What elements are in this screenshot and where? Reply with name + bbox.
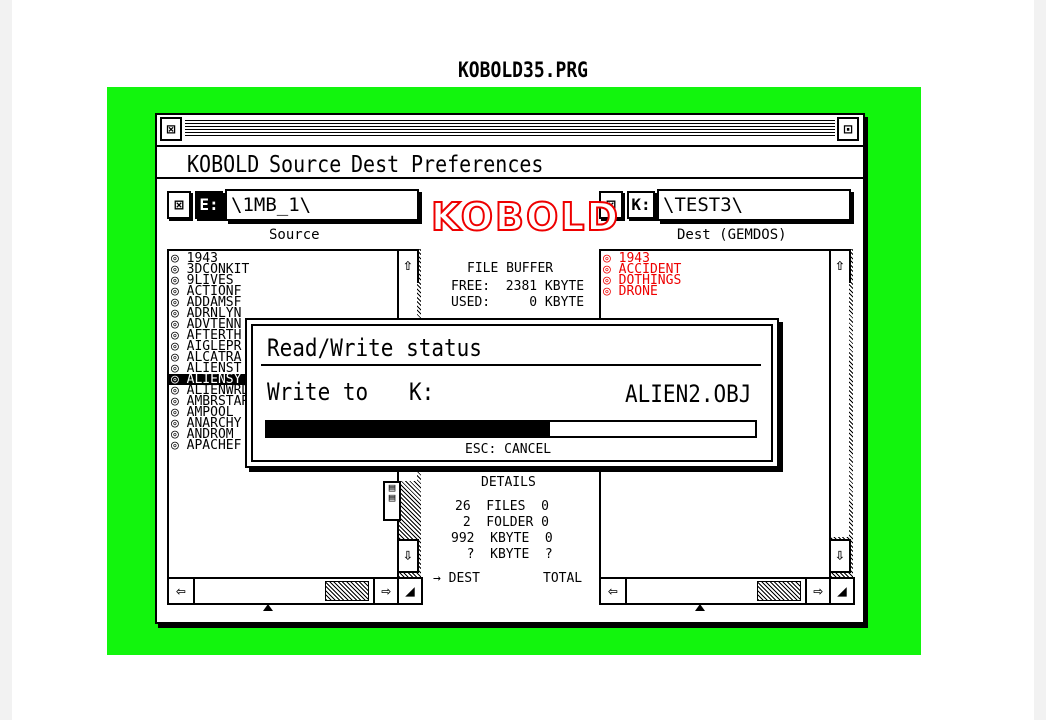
source-scroll-right-icon[interactable]: ⇨ bbox=[373, 579, 397, 603]
dialog-action: Write to bbox=[267, 378, 369, 406]
details-row: ? KBYTE ? bbox=[451, 547, 553, 562]
fuller-icon[interactable]: ⊡ bbox=[837, 117, 859, 141]
progress-fill bbox=[267, 422, 551, 436]
menu-dest[interactable]: Dest bbox=[351, 150, 399, 178]
image-caption: KOBOLD35.PRG bbox=[457, 57, 589, 84]
source-drive-button[interactable]: E: bbox=[195, 191, 223, 219]
rw-status-dialog: Read/Write status Write to K: ALIEN2.OBJ… bbox=[245, 318, 779, 468]
source-scroll-down-icon[interactable]: ⇩ bbox=[397, 539, 419, 573]
source-list-icon: ▤ ▤ bbox=[383, 481, 401, 521]
dest-scroll-left-icon[interactable]: ⇦ bbox=[601, 579, 627, 603]
dest-path-box[interactable]: \TEST3\ bbox=[657, 189, 851, 221]
source-scroll-left-icon[interactable]: ⇦ bbox=[169, 579, 195, 603]
dest-hscroll-thumb[interactable] bbox=[757, 581, 801, 601]
source-hscroll[interactable]: ⇦ ⇨ ◢ bbox=[167, 577, 423, 605]
details-dest-button[interactable]: → DEST bbox=[433, 572, 480, 585]
details-row: 2 FOLDER 0 bbox=[455, 515, 549, 530]
menu-preferences[interactable]: Preferences bbox=[411, 150, 543, 178]
buffer-title: FILE BUFFER bbox=[467, 261, 554, 276]
source-hscroll-thumb[interactable] bbox=[325, 581, 369, 601]
source-close-icon[interactable]: ⊠ bbox=[167, 191, 191, 219]
window-titlebar[interactable]: ⊠ ⊡ bbox=[157, 115, 863, 147]
dest-label: Dest (GEMDOS) bbox=[677, 227, 787, 243]
kobold-logo: KOBOLD bbox=[430, 194, 621, 240]
dialog-filename: ALIEN2.OBJ bbox=[625, 380, 752, 408]
details-title: DETAILS bbox=[481, 475, 536, 490]
menu-source[interactable]: Source bbox=[269, 150, 341, 178]
dest-drive-button[interactable]: K: bbox=[627, 191, 655, 219]
dialog-divider bbox=[261, 364, 761, 366]
dialog-drive: K: bbox=[409, 378, 435, 406]
source-tick-icon bbox=[263, 604, 273, 611]
dest-scroll-down-icon[interactable]: ⇩ bbox=[829, 539, 851, 573]
dest-size-icon[interactable]: ◢ bbox=[829, 579, 853, 603]
progress-bar bbox=[265, 420, 757, 438]
dest-hscroll[interactable]: ⇦ ⇨ ◢ bbox=[599, 577, 855, 605]
dest-file-item[interactable]: ◎ DRONE bbox=[601, 285, 831, 298]
dialog-title: Read/Write status bbox=[267, 334, 482, 362]
details-row: 992 KBYTE 0 bbox=[451, 531, 553, 546]
source-size-icon[interactable]: ◢ bbox=[397, 579, 421, 603]
dest-scroll-thumb[interactable] bbox=[831, 281, 849, 537]
dest-scroll-right-icon[interactable]: ⇨ bbox=[805, 579, 829, 603]
cancel-button[interactable]: ESC: CANCEL bbox=[465, 443, 551, 456]
source-path: \1MB_1\ bbox=[231, 194, 312, 216]
buffer-free: FREE: 2381 KBYTE bbox=[451, 279, 585, 294]
source-path-box[interactable]: \1MB_1\ bbox=[225, 189, 419, 221]
desktop-window: ⊠ ⊡ KOBOLD Source Dest Preferences ⊠ E: … bbox=[155, 113, 865, 624]
dest-scroll-up-icon[interactable]: ⇧ bbox=[829, 249, 851, 283]
close-icon[interactable]: ⊠ bbox=[160, 117, 182, 141]
source-label: Source bbox=[269, 227, 320, 243]
menu-bar: KOBOLD Source Dest Preferences bbox=[157, 147, 863, 179]
details-total-label: TOTAL bbox=[543, 571, 583, 586]
buffer-used: USED: 0 KBYTE bbox=[451, 295, 585, 310]
details-row: 26 FILES 0 bbox=[455, 499, 549, 514]
dialog-frame: Read/Write status Write to K: ALIEN2.OBJ… bbox=[251, 324, 773, 462]
dest-tick-icon bbox=[695, 604, 705, 611]
dest-path: \TEST3\ bbox=[663, 194, 744, 216]
menu-kobold[interactable]: KOBOLD bbox=[187, 150, 259, 178]
title-drag-bar[interactable] bbox=[185, 120, 835, 138]
source-scroll-up-icon[interactable]: ⇧ bbox=[397, 249, 419, 283]
